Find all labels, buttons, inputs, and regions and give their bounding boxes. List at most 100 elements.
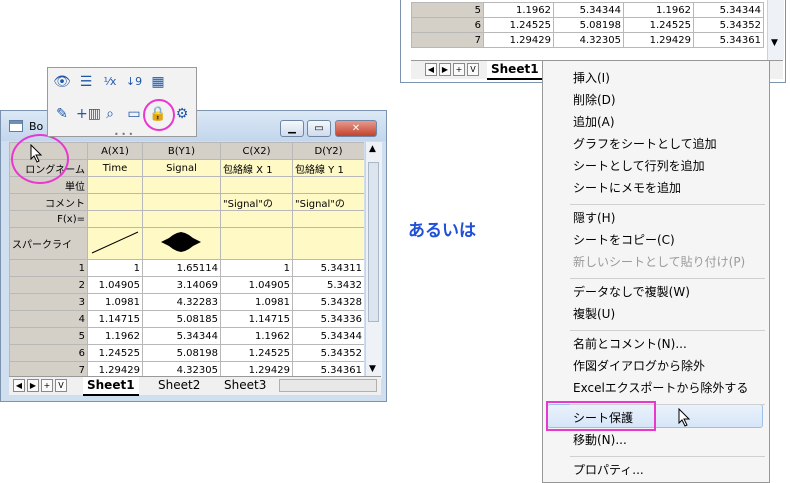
column-header[interactable]: C(X2) <box>220 142 293 160</box>
settings-gear-icon[interactable]: ⚙ <box>172 104 192 124</box>
tab-next-button[interactable]: ▶ <box>439 63 451 76</box>
menu-item[interactable]: 追加(A) <box>573 113 615 130</box>
toolbar-grip[interactable]: • • • <box>114 130 133 139</box>
menu-item[interactable]: 移動(N)... <box>573 431 627 448</box>
comment-icon[interactable]: ▭ <box>124 104 144 124</box>
vertical-scrollbar[interactable]: ▲ ▼ <box>365 142 382 379</box>
row-number[interactable]: 4 <box>9 310 88 328</box>
formula-icon[interactable]: ⅟x <box>100 72 120 92</box>
sheet-list-button[interactable]: V <box>55 379 67 392</box>
label-cell[interactable] <box>87 176 143 194</box>
tab-first-button[interactable]: ◀ <box>13 379 25 392</box>
label-cell[interactable] <box>142 176 221 194</box>
column-header[interactable]: B(Y1) <box>142 142 221 160</box>
row-number[interactable]: 1 <box>9 259 88 277</box>
table-cell[interactable]: 1.24525 <box>623 17 694 33</box>
add-sheet-button[interactable]: + <box>41 379 53 392</box>
label-cell[interactable] <box>220 210 293 228</box>
table-cell[interactable]: 5.34344 <box>693 2 764 18</box>
table-cell[interactable]: 1.14715 <box>87 310 143 328</box>
label-cell[interactable]: "Signal"の <box>220 193 293 211</box>
label-cell[interactable]: "Signal"の <box>292 193 364 211</box>
table-cell[interactable]: 1.14715 <box>220 310 293 328</box>
table-cell[interactable]: 1 <box>220 259 293 277</box>
table-cell[interactable]: 5.34361 <box>693 32 764 48</box>
label-cell[interactable]: Signal <box>142 159 221 177</box>
table-cell[interactable]: 5.3432 <box>292 276 364 294</box>
show-hide-icon[interactable]: 👁 <box>52 72 72 92</box>
horizontal-scrollbar[interactable] <box>279 379 377 392</box>
menu-item[interactable]: 複製(U) <box>573 305 615 322</box>
table-cell[interactable]: 1.24525 <box>87 344 143 362</box>
label-cell[interactable] <box>220 176 293 194</box>
row-number[interactable]: 5 <box>9 327 88 345</box>
table-cell[interactable]: 1.1962 <box>220 327 293 345</box>
menu-item[interactable]: 隠す(H) <box>573 209 615 226</box>
row-number[interactable]: 3 <box>9 293 88 311</box>
label-cell[interactable] <box>292 176 364 194</box>
table-cell[interactable]: 5.08198 <box>142 344 221 362</box>
menu-item[interactable]: データなしで複製(W) <box>573 283 690 300</box>
table-cell[interactable]: 5.34344 <box>553 2 624 18</box>
label-cell[interactable] <box>87 193 143 211</box>
scroll-thumb[interactable] <box>368 162 379 322</box>
scroll-up-icon[interactable]: ▲ <box>369 144 376 154</box>
label-cell[interactable] <box>292 210 364 228</box>
table-cell[interactable]: 1.0981 <box>87 293 143 311</box>
row-number[interactable]: 7 <box>411 32 484 48</box>
tab-sheet3[interactable]: Sheet3 <box>220 377 270 394</box>
table-cell[interactable]: 1.1962 <box>483 2 554 18</box>
sheet-list-button[interactable]: V <box>467 63 479 76</box>
close-button[interactable]: ✕ <box>335 120 377 137</box>
menu-item[interactable]: 作図ダイアログから除外 <box>573 357 705 374</box>
menu-item[interactable]: シートをコピー(C) <box>573 231 675 248</box>
table-cell[interactable]: 1 <box>87 259 143 277</box>
minimize-button[interactable]: ▁ <box>280 120 304 137</box>
table-cell[interactable]: 5.34328 <box>292 293 364 311</box>
menu-item[interactable]: グラフをシートとして追加 <box>573 135 717 152</box>
table-cell[interactable]: 1.0981 <box>220 293 293 311</box>
row-number[interactable]: 2 <box>9 276 88 294</box>
sparkline-row-header[interactable]: スパークライ <box>9 227 88 260</box>
menu-item[interactable]: プロパティ... <box>573 461 644 478</box>
table-cell[interactable]: 5.34352 <box>693 17 764 33</box>
table-cell[interactable]: 5.34311 <box>292 259 364 277</box>
table-cell[interactable]: 1.24525 <box>220 344 293 362</box>
table-cell[interactable]: 1.04905 <box>220 276 293 294</box>
table-cell[interactable]: 5.08198 <box>553 17 624 33</box>
label-row-header[interactable]: F(x)= <box>9 210 88 228</box>
menu-item[interactable]: 挿入(I) <box>573 69 610 86</box>
tab-sheet2[interactable]: Sheet2 <box>154 377 204 394</box>
table-cell[interactable]: 5.34344 <box>142 327 221 345</box>
tab-first-button[interactable]: ◀ <box>425 63 437 76</box>
sort-icon[interactable]: ↓9 <box>124 72 144 92</box>
pencil-icon[interactable]: ✎ <box>52 104 72 124</box>
top-vertical-scrollbar[interactable]: ▼ <box>767 0 784 60</box>
menu-item[interactable]: 名前とコメント(N)... <box>573 335 687 352</box>
tab-next-button[interactable]: ▶ <box>27 379 39 392</box>
menu-item[interactable]: シートとして行列を追加 <box>573 157 705 174</box>
table-cell[interactable]: 5.34344 <box>292 327 364 345</box>
column-header[interactable]: A(X1) <box>87 142 143 160</box>
row-number[interactable]: 6 <box>9 344 88 362</box>
table-cell[interactable]: 1.1962 <box>623 2 694 18</box>
table-cell[interactable]: 1.1962 <box>87 327 143 345</box>
label-cell[interactable]: 包絡線 Y 1 <box>292 159 364 177</box>
table-cell[interactable]: 1.29429 <box>483 32 554 48</box>
menu-item[interactable]: 削除(D) <box>573 91 616 108</box>
add-sheet-button[interactable]: + <box>453 63 465 76</box>
maximize-button[interactable]: ▭ <box>307 120 331 137</box>
row-number[interactable]: 6 <box>411 17 484 33</box>
scroll-down-icon[interactable]: ▼ <box>771 38 778 48</box>
table-cell[interactable]: 4.32283 <box>142 293 221 311</box>
table-cell[interactable]: 3.14069 <box>142 276 221 294</box>
tab-sheet1[interactable]: Sheet1 <box>83 377 139 396</box>
scroll-down-icon[interactable]: ▼ <box>369 364 376 374</box>
label-cell[interactable]: Time <box>87 159 143 177</box>
table-cell[interactable]: 1.04905 <box>87 276 143 294</box>
row-number[interactable]: 5 <box>411 2 484 18</box>
table-cell[interactable]: 5.34352 <box>292 344 364 362</box>
table-icon[interactable]: ▦ <box>148 72 168 92</box>
list-icon[interactable]: ☰ <box>76 72 96 92</box>
tab-sheet1-top[interactable]: Sheet1 <box>487 61 543 80</box>
